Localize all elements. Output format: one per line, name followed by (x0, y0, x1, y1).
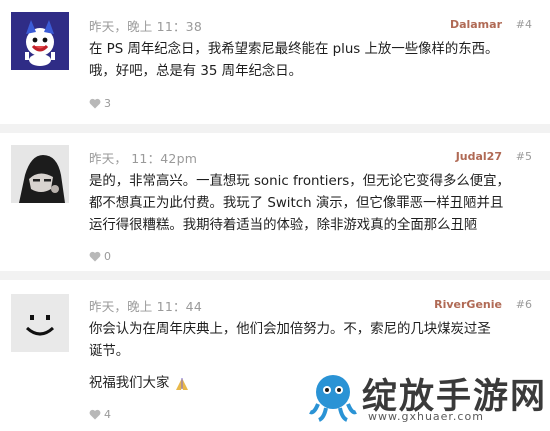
avatar[interactable] (11, 294, 69, 352)
watermark-url: www.gxhuaer.com (368, 410, 484, 423)
avatar[interactable] (11, 145, 69, 203)
praying-hands-icon (176, 378, 189, 390)
post-line: 运行得很糟糕。我期待着适当的体验，除非游戏真的全面那么丑陋 (89, 218, 478, 233)
heart-icon (89, 251, 101, 262)
jack-frost-icon (11, 12, 69, 70)
post-line: 是的，非常高兴。一直想玩 sonic frontiers，但无论它变得多么便宜， (89, 174, 510, 189)
like-count: 4 (104, 408, 111, 421)
post-divider (0, 271, 550, 280)
post-date: 昨天， 11：42pm (89, 151, 198, 166)
post-body: 你会认为在周年庆典上，他们会加倍努力。不，索尼的几块煤炭过圣 诞节。 (89, 319, 521, 363)
avatar[interactable] (11, 12, 69, 70)
post-body: 是的，非常高兴。一直想玩 sonic frontiers，但无论它变得多么便宜，… (89, 171, 521, 237)
post-line: 祝福我们大家 (89, 376, 170, 391)
post-line: 你会认为在周年庆典上，他们会加倍努力。不，索尼的几块煤炭过圣 (89, 322, 491, 337)
post-line: 在 PS 周年纪念日，我希望索尼最终能在 plus 上放一些像样的东西。 (89, 42, 499, 57)
post-number[interactable]: #6 (516, 298, 532, 311)
site-watermark: 绽放手游网 www.gxhuaer.com (302, 362, 550, 431)
post-line: 诞节。 (89, 344, 130, 359)
like-button[interactable]: 4 (89, 408, 111, 421)
like-count: 0 (104, 250, 111, 263)
like-count: 3 (104, 97, 111, 110)
post-line: 都不想真正为此付费。我玩了 Switch 演示，但它像罪恶一样丑陋并且 (89, 196, 504, 211)
post-5: 昨天， 11：42pm Judal27 #5 是的，非常高兴。一直想玩 soni… (0, 133, 550, 271)
smiley-icon (11, 294, 69, 352)
post-line: 哦，好吧，总是有 35 周年纪念日。 (89, 64, 303, 79)
post-number[interactable]: #5 (516, 150, 532, 163)
post-number[interactable]: #4 (516, 18, 532, 31)
heart-icon (89, 409, 101, 420)
post-divider (0, 124, 550, 133)
post-username[interactable]: Judal27 (456, 150, 502, 163)
like-button[interactable]: 3 (89, 97, 111, 110)
post-body: 在 PS 周年纪念日，我希望索尼最终能在 plus 上放一些像样的东西。 哦，好… (89, 39, 521, 83)
dark-character-icon (11, 145, 69, 203)
post-date: 昨天，晚上 11：38 (89, 19, 202, 34)
post-username[interactable]: Dalamar (450, 18, 502, 31)
post-4: 昨天，晚上 11：38 Dalamar #4 在 PS 周年纪念日，我希望索尼最… (0, 0, 550, 124)
like-button[interactable]: 0 (89, 250, 111, 263)
heart-icon (89, 98, 101, 109)
post-date: 昨天，晚上 11：44 (89, 299, 202, 314)
octopus-logo-icon (309, 375, 357, 422)
post-username[interactable]: RiverGenie (434, 298, 502, 311)
